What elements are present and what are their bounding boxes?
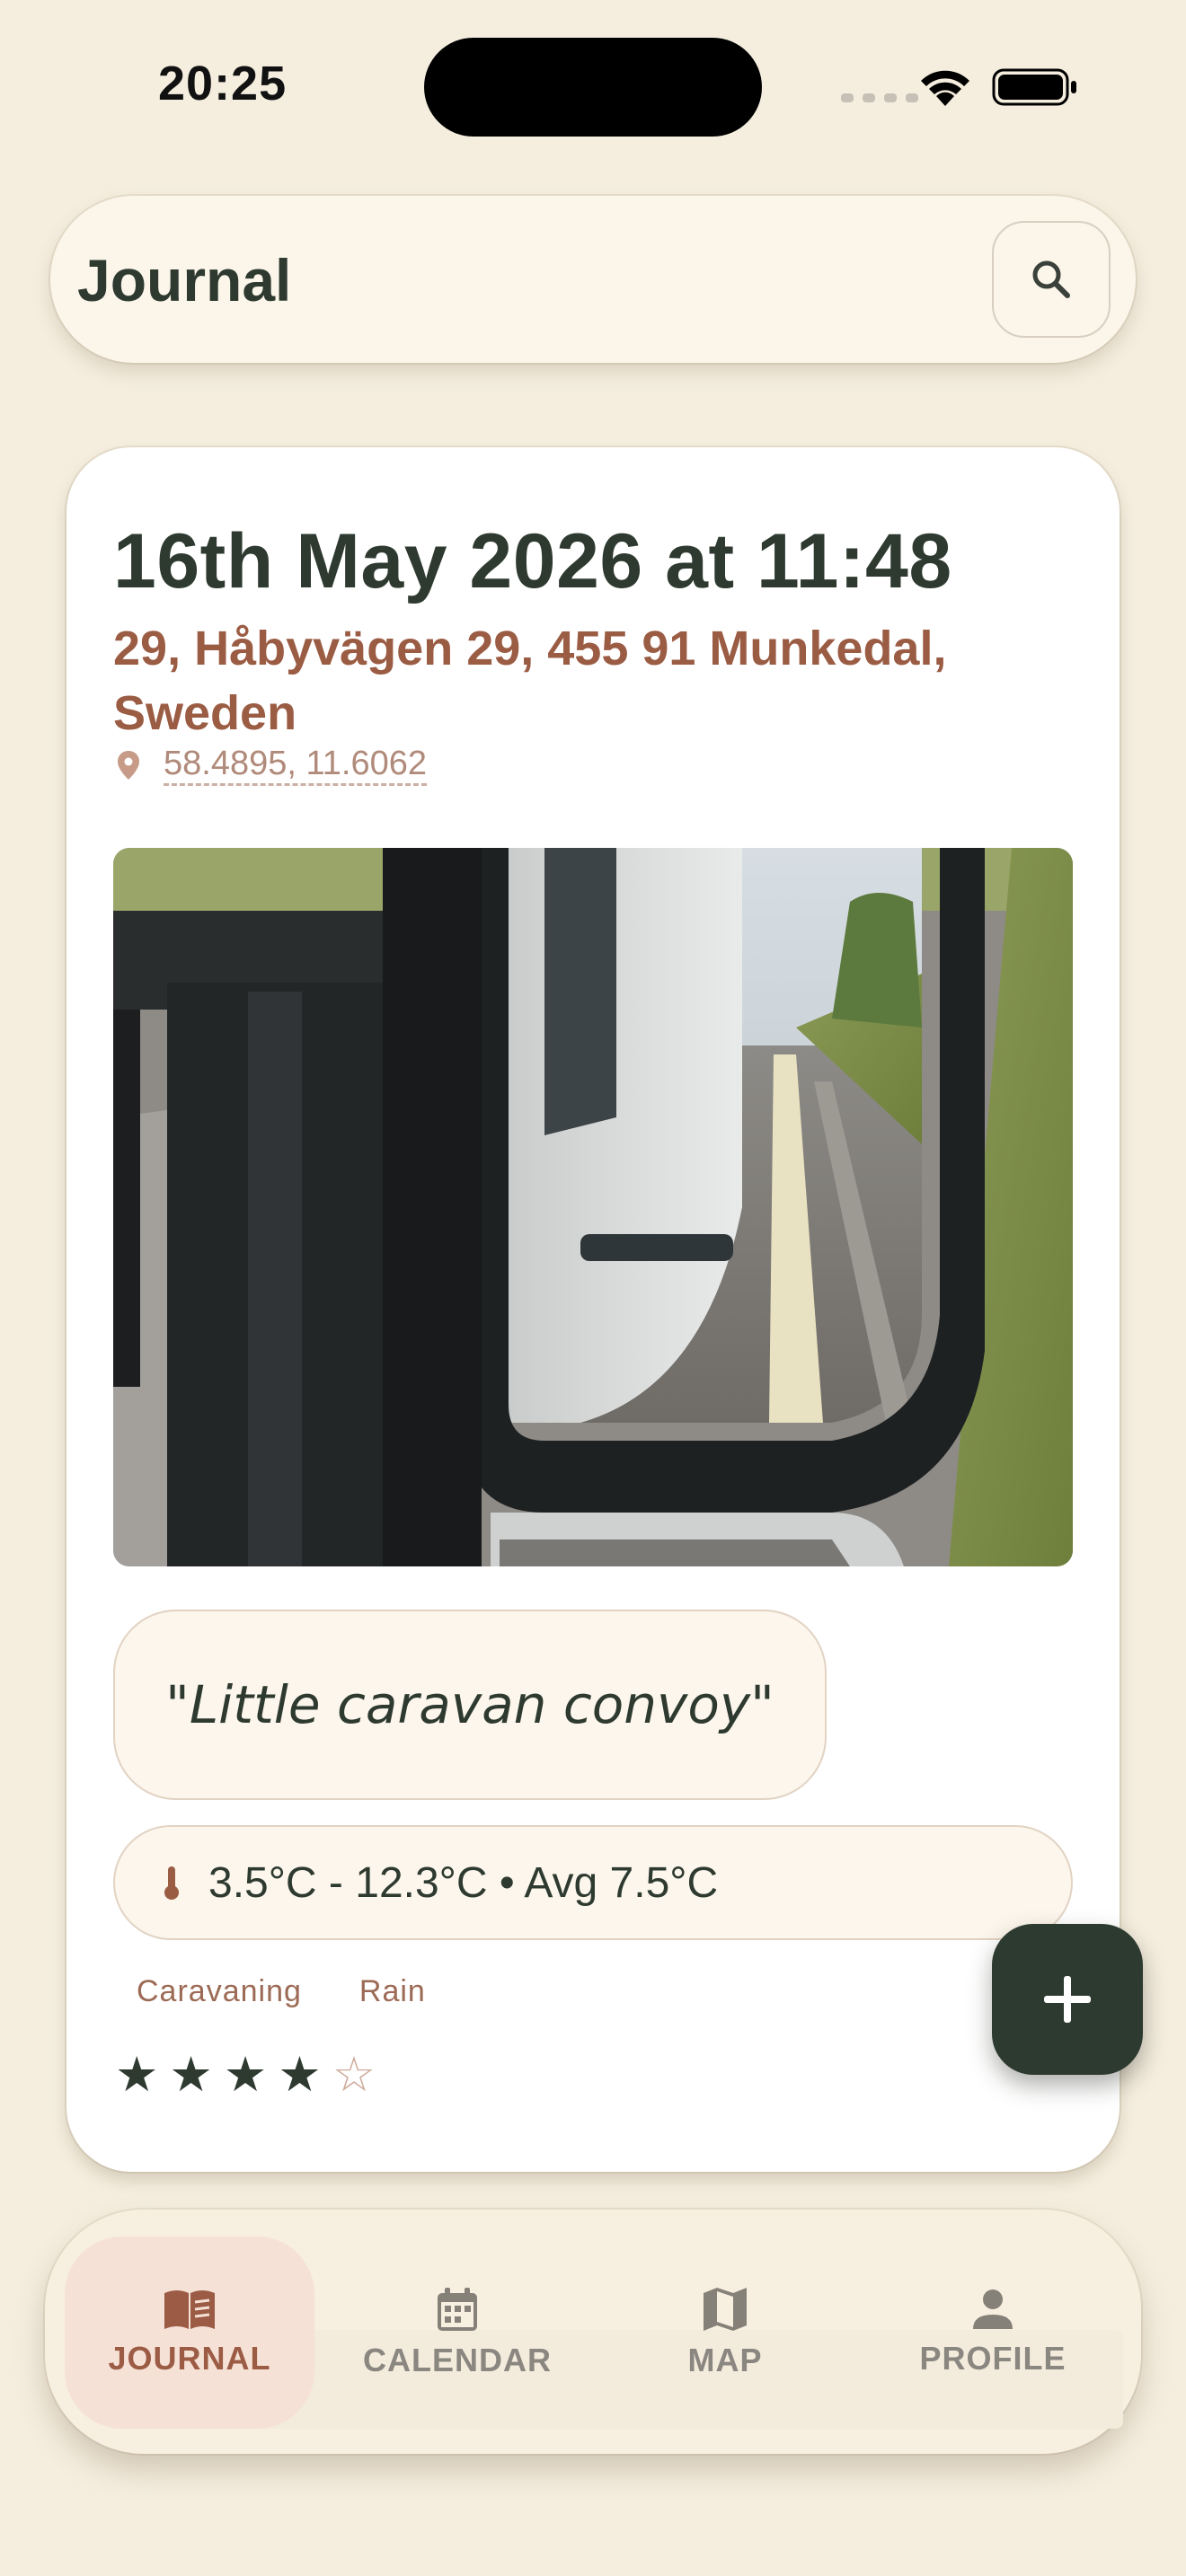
- quote-text: "Little caravan convoy": [165, 1674, 774, 1735]
- weather-text: 3.5°C - 12.3°C • Avg 7.5°C: [208, 1858, 719, 1907]
- mirror-photo-image: [113, 848, 1073, 1566]
- tag-caravaning[interactable]: Caravaning: [137, 1974, 302, 2009]
- coordinates-row[interactable]: 58.4895, 11.6062: [117, 744, 428, 786]
- weather-summary: 3.5°C - 12.3°C • Avg 7.5°C: [113, 1825, 1073, 1940]
- journal-entry-card[interactable]: 16th May 2026 at 11:48 29, Håbyvägen 29,…: [66, 447, 1120, 2172]
- nav-profile[interactable]: PROFILE: [868, 2236, 1118, 2429]
- entry-photo[interactable]: [113, 848, 1073, 1566]
- star-filled-icon: ★: [115, 2046, 159, 2103]
- coordinates-link[interactable]: 58.4895, 11.6062: [164, 744, 428, 786]
- status-time: 20:25: [158, 57, 288, 110]
- search-button[interactable]: [992, 221, 1111, 338]
- nav-label-calendar: CALENDAR: [363, 2342, 552, 2378]
- thermometer-icon: [164, 1866, 179, 1900]
- nav-map[interactable]: MAP: [600, 2236, 850, 2429]
- nav-calendar[interactable]: CALENDAR: [332, 2236, 582, 2429]
- search-icon: [1032, 260, 1070, 298]
- tag-list: Caravaning Rain: [137, 1974, 426, 2009]
- entry-quote: "Little caravan convoy": [113, 1610, 827, 1800]
- status-bar: 20:25: [0, 0, 1186, 171]
- header-bar: Journal: [50, 196, 1136, 363]
- star-filled-icon: ★: [278, 2046, 322, 2103]
- star-empty-icon: ☆: [332, 2046, 376, 2103]
- page-title: Journal: [77, 247, 292, 313]
- star-rating: ★ ★ ★ ★ ☆: [115, 2048, 376, 2102]
- tag-rain[interactable]: Rain: [359, 1974, 426, 2009]
- location-pin-icon: [118, 750, 139, 780]
- bottom-navigation: JOURNAL CALENDAR MAP PROFILE: [45, 2210, 1141, 2454]
- entry-address: 29, Håbyvägen 29, 455 91 Munkedal, Swede…: [113, 622, 947, 740]
- battery-icon: [992, 68, 1076, 106]
- entry-date: 16th May 2026 at 11:48: [113, 518, 952, 604]
- calendar-icon: [438, 2288, 477, 2331]
- book-icon: [164, 2290, 215, 2329]
- nav-label-journal: JOURNAL: [108, 2340, 271, 2377]
- cellular-signal-icon: [841, 93, 918, 102]
- nav-label-profile: PROFILE: [919, 2340, 1067, 2377]
- dynamic-island: [424, 38, 762, 137]
- star-filled-icon: ★: [223, 2046, 268, 2103]
- star-filled-icon: ★: [169, 2046, 213, 2103]
- nav-journal[interactable]: JOURNAL: [65, 2236, 314, 2429]
- plus-icon: [1044, 1976, 1091, 2023]
- wifi-icon: [921, 70, 969, 106]
- map-icon: [704, 2288, 747, 2331]
- nav-label-map: MAP: [687, 2342, 763, 2378]
- add-entry-button[interactable]: [992, 1924, 1143, 2075]
- person-icon: [973, 2289, 1013, 2329]
